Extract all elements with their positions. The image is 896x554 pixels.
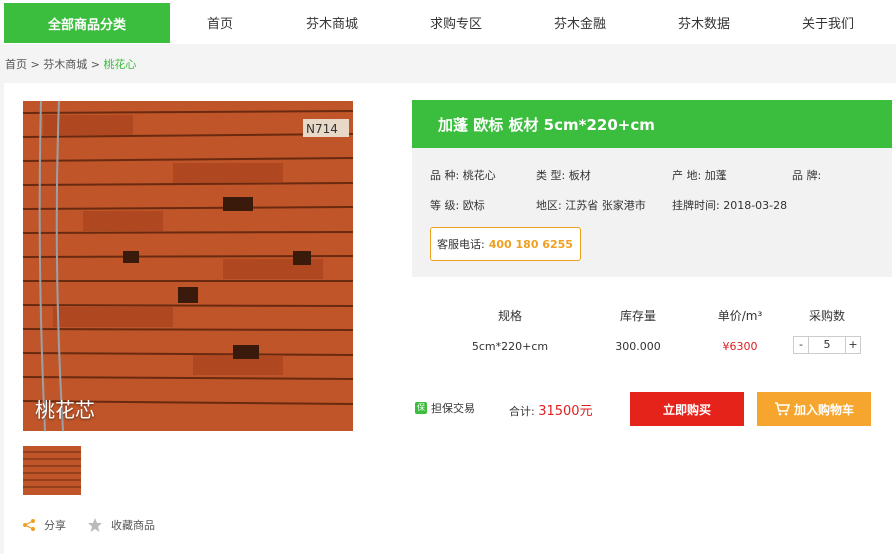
cell-price: ¥6300 xyxy=(722,340,758,353)
nav-purchase[interactable]: 求购专区 xyxy=(406,0,506,44)
quantity-stepper: - 5 + xyxy=(793,336,861,354)
service-phone-number: 400 180 6255 xyxy=(488,237,573,251)
share-label: 分享 xyxy=(44,519,66,532)
total-value: 31500元 xyxy=(538,404,593,419)
all-categories-button[interactable]: 全部商品分类 xyxy=(4,3,170,43)
total-label: 合计: xyxy=(509,405,535,418)
attr-brand: 品 牌: xyxy=(792,169,822,182)
attr-variety: 品 种: 桃花心 xyxy=(430,169,496,182)
breadcrumb-current: 桃花心 xyxy=(103,58,137,71)
lumber-stack-image: N714 xyxy=(23,101,353,431)
cell-spec: 5cm*220+cm xyxy=(471,340,549,353)
col-header-spec: 规格 xyxy=(497,309,523,323)
col-header-stock: 库存量 xyxy=(619,309,657,323)
guarantee-label: 担保交易 xyxy=(431,402,475,415)
product-attributes: 品 种: 桃花心 类 型: 板材 产 地: 加蓬 品 牌: 等 级: 欧标 地区… xyxy=(412,148,892,277)
guarantee-badge: 保 担保交易 xyxy=(415,400,475,416)
breadcrumb: 首页 > 芬木商城 > 桃花心 xyxy=(5,56,136,72)
cart-icon xyxy=(774,402,790,416)
attr-region: 地区: 江苏省 张家港市 xyxy=(536,199,646,212)
add-to-cart-button[interactable]: 加入购物车 xyxy=(757,392,871,426)
svg-text:N714: N714 xyxy=(306,122,338,136)
service-phone-box: 客服电话: 400 180 6255 xyxy=(430,227,581,261)
nav-home[interactable]: 首页 xyxy=(170,0,270,44)
attr-listed-date: 挂牌时间: 2018-03-28 xyxy=(672,199,788,212)
guarantee-icon: 保 xyxy=(415,402,427,414)
nav-mall[interactable]: 芬木商城 xyxy=(282,0,382,44)
attr-type: 类 型: 板材 xyxy=(536,169,591,182)
nav-about[interactable]: 关于我们 xyxy=(778,0,878,44)
share-button[interactable]: 分享 xyxy=(22,517,66,533)
col-header-price: 单价/m³ xyxy=(717,309,763,323)
nav-data[interactable]: 芬木数据 xyxy=(654,0,754,44)
star-icon xyxy=(88,518,102,532)
service-phone-label: 客服电话: xyxy=(437,238,485,251)
breadcrumb-mall[interactable]: 芬木商城 xyxy=(43,58,87,71)
attr-grade: 等 级: 欧标 xyxy=(430,199,485,212)
share-icon xyxy=(23,519,35,531)
breadcrumb-sep: > xyxy=(27,58,44,71)
nav-finance[interactable]: 芬木金融 xyxy=(530,0,630,44)
add-to-cart-label: 加入购物车 xyxy=(793,402,854,417)
qty-decrease-button[interactable]: - xyxy=(794,337,808,353)
product-main-image[interactable]: N714 桃花芯 xyxy=(23,101,353,431)
product-title: 加蓬 欧标 板材 5cm*220+cm xyxy=(412,100,892,148)
qty-input[interactable]: 5 xyxy=(808,337,846,353)
favorite-button[interactable]: 收藏商品 xyxy=(87,517,155,533)
buy-now-button[interactable]: 立即购买 xyxy=(630,392,744,426)
favorite-label: 收藏商品 xyxy=(111,519,155,532)
cell-stock: 300.000 xyxy=(615,340,661,353)
thumbnail-image xyxy=(23,446,81,495)
attr-origin: 产 地: 加蓬 xyxy=(672,169,727,182)
breadcrumb-home[interactable]: 首页 xyxy=(5,58,27,71)
product-thumbnail[interactable] xyxy=(23,446,81,495)
top-nav: 全部商品分类 首页 芬木商城 求购专区 芬木金融 芬木数据 关于我们 xyxy=(0,0,896,44)
order-total: 合计: 31500元 xyxy=(509,400,593,419)
col-header-qty: 采购数 xyxy=(808,309,846,323)
breadcrumb-sep: > xyxy=(87,58,104,71)
image-watermark: 桃花芯 xyxy=(35,398,95,422)
qty-increase-button[interactable]: + xyxy=(846,337,860,353)
